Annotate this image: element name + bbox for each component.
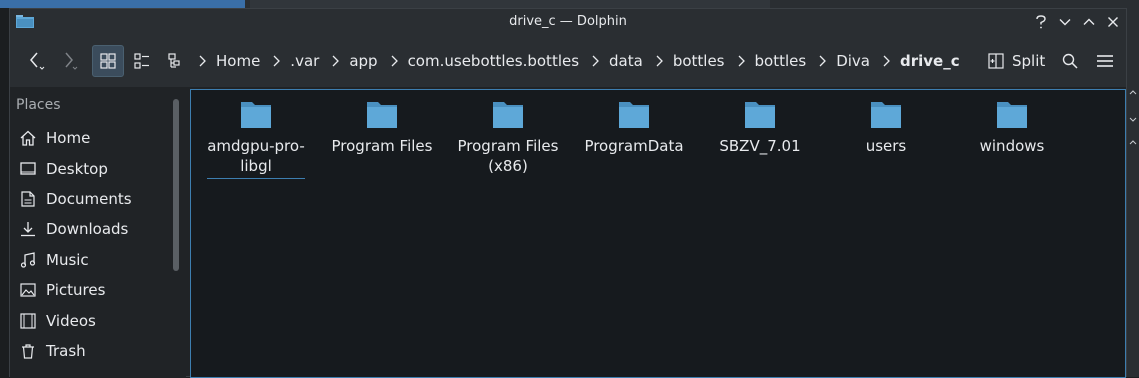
sidebar-item-videos[interactable]: Videos: [10, 307, 170, 335]
breadcrumb-item[interactable]: com.usebottles.bottles: [408, 52, 579, 70]
sidebar-item-documents[interactable]: Documents: [10, 185, 170, 213]
search-icon[interactable]: [1056, 45, 1084, 77]
chevron-right-icon: [331, 54, 343, 68]
window-title: drive_c — Dolphin: [509, 14, 627, 29]
places-sidebar: Places Home Desktop Documents Downloads …: [10, 87, 186, 378]
places-heading: Places: [16, 97, 61, 113]
dolphin-window: drive_c — Dolphin Home .var app com.useb…: [9, 8, 1127, 378]
minimize-icon[interactable]: [1056, 13, 1074, 31]
folder-name: Program Files: [331, 137, 433, 155]
folder-item[interactable]: SBZV_7.01: [705, 100, 815, 156]
title-bar[interactable]: drive_c — Dolphin: [10, 9, 1126, 35]
folder-icon: [493, 102, 523, 128]
compact-view-button[interactable]: [128, 45, 156, 77]
maximize-icon[interactable]: [1080, 13, 1098, 31]
close-icon[interactable]: [1104, 13, 1122, 31]
breadcrumb-home[interactable]: Home: [216, 52, 260, 70]
split-label: Split: [1012, 52, 1046, 70]
breadcrumb-current[interactable]: drive_c: [900, 52, 960, 70]
videos-icon: [19, 312, 37, 330]
trash-icon: [19, 342, 37, 360]
music-icon: [19, 251, 37, 269]
breadcrumb-item[interactable]: app: [349, 52, 377, 70]
folder-icon: [367, 102, 397, 128]
sidebar-item-label: Videos: [46, 312, 96, 330]
home-icon: [19, 129, 37, 147]
sidebar-item-label: Desktop: [46, 160, 108, 178]
toolbar: Home .var app com.usebottles.bottles dat…: [10, 35, 1126, 87]
chevron-right-icon: [591, 54, 603, 68]
sidebar-item-pictures[interactable]: Pictures: [10, 276, 170, 304]
background-scroll-arrows: [1129, 90, 1137, 145]
sidebar-item-label: Downloads: [46, 220, 129, 238]
sidebar-item-label: Home: [46, 129, 91, 147]
background-window-panel: [250, 0, 770, 8]
desktop-icon: [19, 160, 37, 178]
sidebar-item-label: Documents: [46, 190, 132, 208]
folder-icon: [619, 102, 649, 128]
chevron-right-icon: [272, 54, 284, 68]
split-view-icon: [988, 53, 1004, 69]
icons-view-button[interactable]: [92, 45, 124, 77]
folder-item[interactable]: Program Files: [327, 100, 437, 156]
breadcrumb-item[interactable]: bottles: [673, 52, 725, 70]
folder-name: Program Files (x86): [457, 137, 559, 175]
file-view[interactable]: amdgpu-pro-libgl Program Files Program F…: [190, 89, 1126, 378]
breadcrumb-item[interactable]: .var: [290, 52, 319, 70]
folder-icon: [241, 102, 271, 128]
folder-item[interactable]: ProgramData: [579, 100, 689, 156]
folder-name: windows: [979, 137, 1045, 155]
folder-item[interactable]: users: [831, 100, 941, 156]
folder-icon: [997, 102, 1027, 128]
chevron-right-icon: [390, 54, 402, 68]
sidebar-item-label: Pictures: [46, 281, 106, 299]
help-icon[interactable]: [1032, 13, 1050, 31]
background-window-strip: [0, 0, 1139, 8]
background-window-title: [0, 0, 245, 8]
breadcrumb-item[interactable]: Diva: [836, 52, 870, 70]
folder-item[interactable]: amdgpu-pro-libgl: [201, 100, 311, 179]
sidebar-item-home[interactable]: Home: [10, 124, 170, 152]
sidebar-item-desktop[interactable]: Desktop: [10, 155, 170, 183]
sidebar-item-trash[interactable]: Trash: [10, 337, 170, 365]
back-button[interactable]: [22, 45, 50, 77]
pictures-icon: [19, 281, 37, 299]
folder-item[interactable]: Program Files (x86): [453, 100, 563, 176]
sidebar-item-downloads[interactable]: Downloads: [10, 215, 170, 243]
sidebar-item-label: Music: [46, 251, 89, 269]
chevron-right-icon: [737, 54, 749, 68]
breadcrumb-item[interactable]: bottles: [755, 52, 807, 70]
folder-name: SBZV_7.01: [719, 137, 801, 155]
details-view-button[interactable]: [162, 45, 190, 77]
folder-icon: [871, 102, 901, 128]
folder-name: users: [865, 137, 907, 155]
folder-item[interactable]: windows: [957, 100, 1067, 156]
hamburger-menu-icon[interactable]: [1091, 45, 1119, 77]
split-button[interactable]: Split: [988, 45, 1045, 77]
documents-icon: [19, 190, 37, 208]
folder-name: amdgpu-pro-libgl: [207, 136, 305, 179]
folder-icon: [745, 102, 775, 128]
chevron-right-icon: [882, 54, 894, 68]
folder-name: ProgramData: [584, 137, 684, 155]
breadcrumb-item[interactable]: data: [609, 52, 643, 70]
chevron-right-icon: [655, 54, 667, 68]
sidebar-item-label: Trash: [46, 342, 86, 360]
chevron-right-icon: [198, 54, 210, 68]
chevron-right-icon: [818, 54, 830, 68]
sidebar-scrollbar[interactable]: [173, 99, 179, 271]
sidebar-item-music[interactable]: Music: [10, 246, 170, 274]
downloads-icon: [19, 220, 37, 238]
breadcrumb: Home .var app com.usebottles.bottles dat…: [198, 45, 972, 77]
forward-button[interactable]: [56, 45, 84, 77]
